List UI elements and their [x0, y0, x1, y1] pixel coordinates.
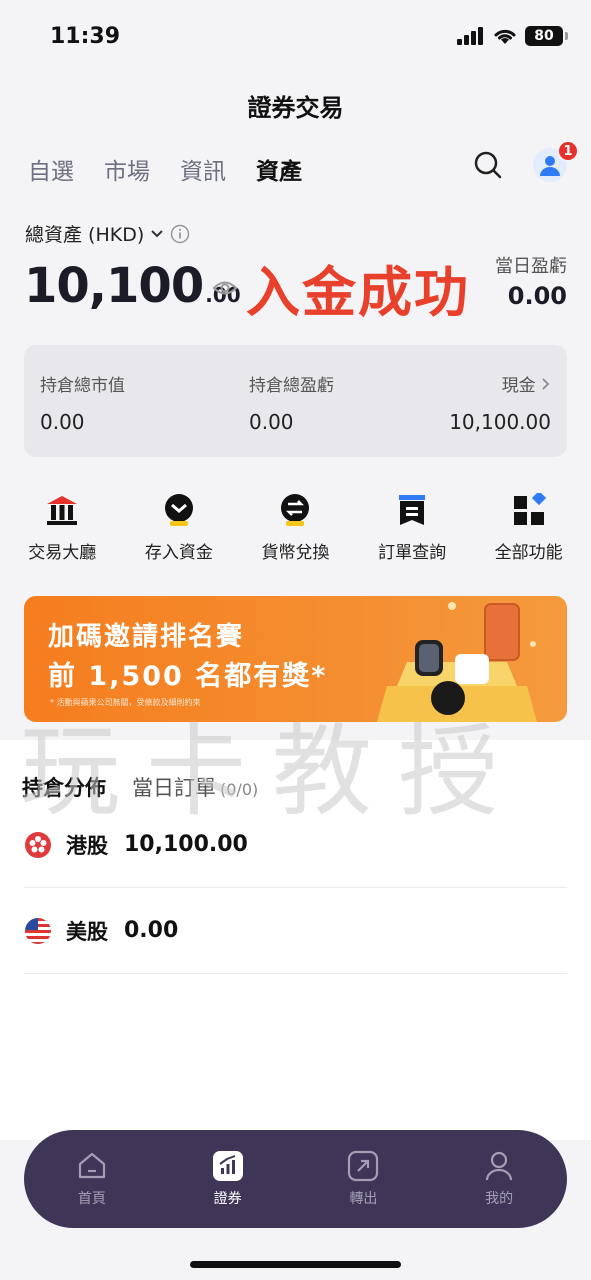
page-title: 證券交易: [247, 94, 344, 122]
battery-indicator: 80: [525, 26, 568, 46]
currency-exchange-label: 貨幣兌換: [261, 543, 330, 563]
nav-transfer-out-label: 轉出: [349, 1191, 378, 1207]
nav-transfer-out[interactable]: 轉出: [313, 1150, 413, 1208]
currency-exchange-button[interactable]: 貨幣兌換: [240, 492, 350, 563]
chevron-right-icon: [542, 378, 550, 390]
nav-securities[interactable]: 證券: [178, 1150, 278, 1208]
daily-pl-value: 0.00: [507, 282, 567, 310]
top-tabs: 自選 市場 資訊 資產: [28, 152, 302, 186]
search-icon[interactable]: [473, 150, 503, 180]
profile-icon: [486, 1151, 513, 1181]
info-icon[interactable]: [170, 224, 190, 244]
holding-row-us[interactable]: 美股 0.00: [24, 888, 567, 974]
promo-banner[interactable]: 加碼邀請排名賽 前 1,500 名都有獎* * 活動與蘋果公司無關，受條款及細則…: [24, 596, 567, 722]
holdings-section: 持倉分佈 當日訂單 (0/0) 港股 10,100.00 美股 0.00: [0, 740, 591, 1140]
holding-name-hk: 港股: [66, 833, 108, 858]
holding-value-us: 0.00: [124, 918, 179, 943]
nav-securities-label: 證券: [213, 1191, 242, 1207]
hk-flag-icon: [25, 831, 51, 858]
total-pl: 0.00: [249, 410, 294, 434]
cash-label-row: 現金: [449, 371, 551, 396]
deposit-label: 存入資金: [144, 543, 213, 563]
wifi-icon: [494, 29, 516, 44]
quick-actions: 交易大廳 存入資金 貨幣兌換 訂單查詢 全部功能: [0, 492, 591, 563]
deposit-success-overlay: 入金成功: [246, 261, 470, 324]
trading-hall-button[interactable]: 交易大廳: [7, 492, 117, 563]
summary-card: 持倉總市值 0.00 持倉總盈虧 0.00 現金 10,100.00: [24, 345, 567, 457]
status-bar: 11:39 80: [0, 0, 591, 70]
holding-name-us: 美股: [66, 919, 108, 944]
home-indicator: [190, 1261, 401, 1268]
banner-headline: 加碼邀請排名賽: [48, 622, 245, 652]
total-assets-label: 總資產 (HKD): [25, 224, 145, 246]
tab-market[interactable]: 市場: [104, 152, 150, 186]
market-value-label: 持倉總市值: [40, 376, 125, 396]
cash-block[interactable]: 現金 10,100.00: [449, 371, 551, 434]
order-query-icon: [394, 492, 430, 528]
trading-hall-label: 交易大廳: [28, 543, 97, 563]
holdings-tabs: 持倉分佈 當日訂單 (0/0): [22, 772, 258, 802]
market-value: 0.00: [40, 410, 85, 434]
notification-badge: 1: [557, 140, 579, 162]
order-query-button[interactable]: 訂單查詢: [357, 492, 467, 563]
tab-assets[interactable]: 資產: [256, 152, 302, 186]
market-value-block: 持倉總市值 0.00: [40, 371, 125, 434]
chart-icon: [212, 1151, 243, 1181]
order-query-label: 訂單查詢: [378, 543, 447, 563]
nav-profile-label: 我的: [485, 1191, 514, 1207]
nav-profile[interactable]: 我的: [449, 1150, 549, 1208]
cash-value: 10,100.00: [449, 410, 551, 434]
all-functions-button[interactable]: 全部功能: [474, 492, 584, 563]
status-icons: 80: [457, 26, 568, 46]
avatar[interactable]: 1: [533, 140, 579, 182]
tab-news[interactable]: 資訊: [180, 152, 226, 186]
daily-orders-label: 當日訂單: [132, 776, 216, 800]
holding-row-hk[interactable]: 港股 10,100.00: [24, 802, 567, 888]
total-pl-block: 持倉總盈虧 0.00: [249, 371, 334, 434]
tab-watchlist[interactable]: 自選: [28, 152, 74, 186]
orders-count: (0/0): [220, 780, 259, 799]
total-assets-selector[interactable]: 總資產 (HKD): [25, 220, 190, 247]
tab-daily-orders[interactable]: 當日訂單 (0/0): [132, 772, 258, 802]
amount-main: 10,100: [24, 258, 204, 314]
currency-exchange-icon: [277, 492, 313, 528]
signal-icon: [457, 27, 483, 45]
trading-hall-icon: [44, 492, 80, 528]
cash-label: 現金: [501, 376, 536, 396]
holding-value-hk: 10,100.00: [124, 832, 248, 857]
banner-subheadline: 前 1,500 名都有獎*: [48, 661, 328, 692]
daily-pl-label: 當日盈虧: [495, 256, 567, 277]
all-functions-icon: [511, 492, 547, 528]
nav-home[interactable]: 首頁: [42, 1150, 142, 1208]
total-assets-amount: 10,100 .00: [24, 258, 241, 314]
nav-home-label: 首頁: [77, 1191, 106, 1207]
all-functions-label: 全部功能: [494, 543, 563, 563]
top-icons: 1: [473, 140, 579, 182]
eye-icon[interactable]: [212, 279, 238, 297]
deposit-button[interactable]: 存入資金: [124, 492, 234, 563]
status-time: 11:39: [50, 24, 121, 49]
tab-positions[interactable]: 持倉分佈: [22, 772, 106, 802]
banner-disclaimer: * 活動與蘋果公司無關，受條款及細則約束: [50, 698, 201, 707]
chevron-down-icon: [151, 229, 163, 237]
prize-illustration: [377, 602, 537, 722]
deposit-icon: [161, 492, 197, 528]
total-pl-label: 持倉總盈虧: [249, 376, 334, 396]
home-icon: [78, 1152, 105, 1179]
transfer-out-icon: [348, 1150, 379, 1182]
us-flag-icon: [25, 917, 51, 944]
bottom-nav: 首頁 證券 轉出 我的: [24, 1130, 567, 1228]
